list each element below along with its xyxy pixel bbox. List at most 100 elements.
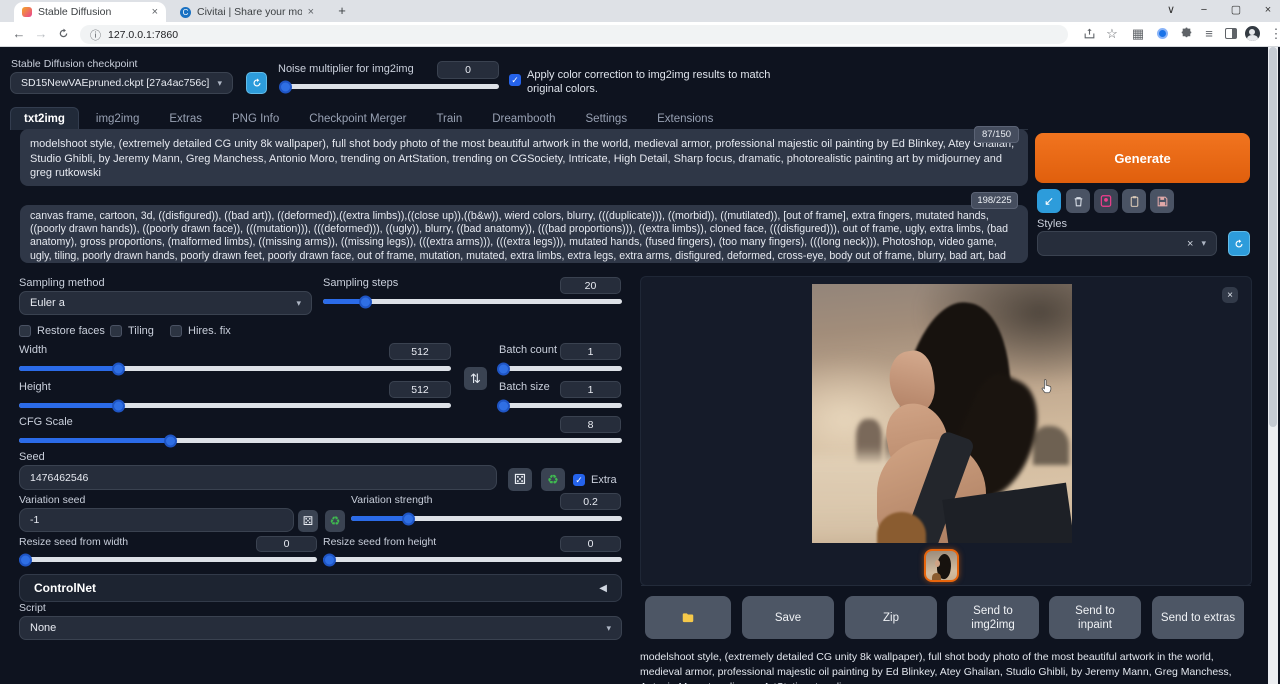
- window-menu-icon[interactable]: ∨: [1160, 1, 1182, 19]
- noise-multiplier-slider[interactable]: [281, 80, 499, 93]
- tab-train[interactable]: Train: [423, 107, 475, 130]
- site-info-icon[interactable]: ⓘ: [90, 27, 101, 43]
- back-icon[interactable]: ←: [10, 25, 28, 43]
- send-to-extras-button[interactable]: Send to extras: [1152, 596, 1244, 639]
- tab-img2img[interactable]: img2img: [83, 107, 152, 130]
- new-tab-icon[interactable]: +: [334, 3, 350, 19]
- blue-extension-icon[interactable]: [1153, 25, 1171, 43]
- slider-handle[interactable]: [497, 399, 510, 412]
- browser-tab-civitai[interactable]: C Civitai | Share your models ×: [172, 2, 322, 22]
- send-to-img2img-button[interactable]: Send to img2img: [947, 596, 1039, 639]
- tab-close-icon[interactable]: ×: [152, 7, 158, 18]
- scrollbar-thumb[interactable]: [1269, 47, 1277, 427]
- sampling-steps-value[interactable]: 20: [560, 277, 621, 294]
- gallery-thumbnail[interactable]: [924, 549, 959, 582]
- address-bar[interactable]: ⓘ 127.0.0.1:7860: [80, 25, 1068, 44]
- tiling-checkbox[interactable]: [110, 325, 122, 337]
- close-preview-button[interactable]: ×: [1222, 287, 1238, 303]
- share-icon[interactable]: [1080, 25, 1098, 43]
- list-icon[interactable]: ≡: [1200, 25, 1218, 43]
- tab-dreambooth[interactable]: Dreambooth: [479, 107, 568, 130]
- window-close-icon[interactable]: ×: [1257, 1, 1279, 19]
- resize-seed-width-value[interactable]: 0: [256, 536, 317, 552]
- restore-faces-checkbox[interactable]: [19, 325, 31, 337]
- slider-handle[interactable]: [497, 362, 510, 375]
- save-style-button[interactable]: [1150, 189, 1174, 213]
- window-maximize-icon[interactable]: ▢: [1225, 1, 1247, 19]
- tab-extras[interactable]: Extras: [156, 107, 215, 130]
- sampling-method-dropdown[interactable]: Euler a ▾: [19, 291, 312, 315]
- tab-settings[interactable]: Settings: [573, 107, 641, 130]
- styles-dropdown[interactable]: × ▾: [1037, 231, 1217, 256]
- reuse-seed-button[interactable]: ♻: [541, 468, 565, 491]
- window-minimize-icon[interactable]: −: [1193, 1, 1215, 19]
- batch-count-value[interactable]: 1: [560, 343, 621, 360]
- tab-checkpoint-merger[interactable]: Checkpoint Merger: [296, 107, 419, 130]
- open-folder-button[interactable]: [645, 596, 731, 639]
- width-value[interactable]: 512: [389, 343, 451, 360]
- variation-strength-slider[interactable]: [351, 512, 622, 525]
- sampling-steps-slider[interactable]: [323, 295, 622, 308]
- slider-handle[interactable]: [19, 553, 32, 566]
- resize-seed-height-slider[interactable]: [323, 553, 622, 566]
- browser-tab-stable-diffusion[interactable]: Stable Diffusion ×: [14, 2, 166, 22]
- script-dropdown[interactable]: None ▾: [19, 616, 622, 640]
- slider-handle[interactable]: [323, 553, 336, 566]
- batch-count-slider[interactable]: [499, 362, 622, 375]
- extra-seed-checkbox[interactable]: ✓: [573, 474, 585, 486]
- variation-reuse-seed-button[interactable]: ♻: [325, 510, 345, 532]
- reload-icon[interactable]: [54, 25, 72, 43]
- slider-handle[interactable]: [279, 80, 292, 93]
- hires-fix-checkbox[interactable]: [170, 325, 182, 337]
- tab-extensions[interactable]: Extensions: [644, 107, 726, 130]
- zip-button[interactable]: Zip: [845, 596, 937, 639]
- cfg-scale-value[interactable]: 8: [560, 416, 621, 433]
- styles-refresh-button[interactable]: [1228, 231, 1250, 256]
- puzzle-extensions-icon[interactable]: [1177, 25, 1195, 43]
- kebab-menu-icon[interactable]: ⋮: [1267, 25, 1280, 43]
- width-slider[interactable]: [19, 362, 451, 375]
- clear-prompt-button[interactable]: [1066, 189, 1090, 213]
- extra-networks-button[interactable]: [1094, 189, 1118, 213]
- grid-extension-icon[interactable]: ▦: [1129, 25, 1147, 43]
- seed-input[interactable]: 1476462546: [19, 465, 497, 490]
- send-to-inpaint-button[interactable]: Send to inpaint: [1049, 596, 1141, 639]
- slider-handle[interactable]: [402, 512, 415, 525]
- slider-handle[interactable]: [112, 399, 125, 412]
- negative-prompt-textarea[interactable]: canvas frame, cartoon, 3d, ((disfigured)…: [20, 205, 1028, 263]
- slider-handle[interactable]: [164, 434, 177, 447]
- sidebar-icon[interactable]: [1222, 25, 1240, 43]
- variation-strength-value[interactable]: 0.2: [560, 493, 621, 510]
- color-correction-checkbox[interactable]: ✓: [509, 74, 521, 86]
- page-scrollbar[interactable]: [1268, 47, 1278, 684]
- save-button[interactable]: Save: [742, 596, 834, 639]
- noise-multiplier-value[interactable]: 0: [437, 61, 499, 79]
- random-seed-button[interactable]: ⚄: [508, 468, 532, 491]
- profile-avatar[interactable]: [1243, 25, 1261, 43]
- swap-dimensions-button[interactable]: ⇅: [464, 367, 487, 390]
- slider-handle[interactable]: [112, 362, 125, 375]
- tab-close-icon[interactable]: ×: [308, 7, 314, 18]
- cfg-scale-slider[interactable]: [19, 434, 622, 447]
- height-slider[interactable]: [19, 399, 451, 412]
- batch-size-slider[interactable]: [499, 399, 622, 412]
- checkpoint-dropdown[interactable]: SD15NewVAEpruned.ckpt [27a4ac756c] ▾: [10, 72, 233, 94]
- prompt-textarea[interactable]: modelshoot style, (extremely detailed CG…: [20, 129, 1028, 186]
- generate-button[interactable]: Generate: [1035, 133, 1250, 183]
- checkpoint-refresh-button[interactable]: [246, 72, 267, 94]
- variation-random-seed-button[interactable]: ⚄: [298, 510, 318, 532]
- tab-txt2img[interactable]: txt2img: [10, 107, 79, 130]
- controlnet-accordion[interactable]: ControlNet ◀: [19, 574, 622, 602]
- resize-seed-height-value[interactable]: 0: [560, 536, 621, 552]
- batch-size-value[interactable]: 1: [560, 381, 621, 398]
- generated-image[interactable]: [812, 284, 1072, 543]
- apply-style-button[interactable]: [1122, 189, 1146, 213]
- slider-handle[interactable]: [359, 295, 372, 308]
- resize-seed-width-slider[interactable]: [19, 553, 317, 566]
- bookmark-star-icon[interactable]: ☆: [1103, 25, 1121, 43]
- read-params-button[interactable]: ↙: [1037, 189, 1061, 213]
- clear-styles-icon[interactable]: ×: [1187, 238, 1193, 250]
- height-value[interactable]: 512: [389, 381, 451, 398]
- tab-png-info[interactable]: PNG Info: [219, 107, 292, 130]
- forward-icon[interactable]: →: [32, 25, 50, 43]
